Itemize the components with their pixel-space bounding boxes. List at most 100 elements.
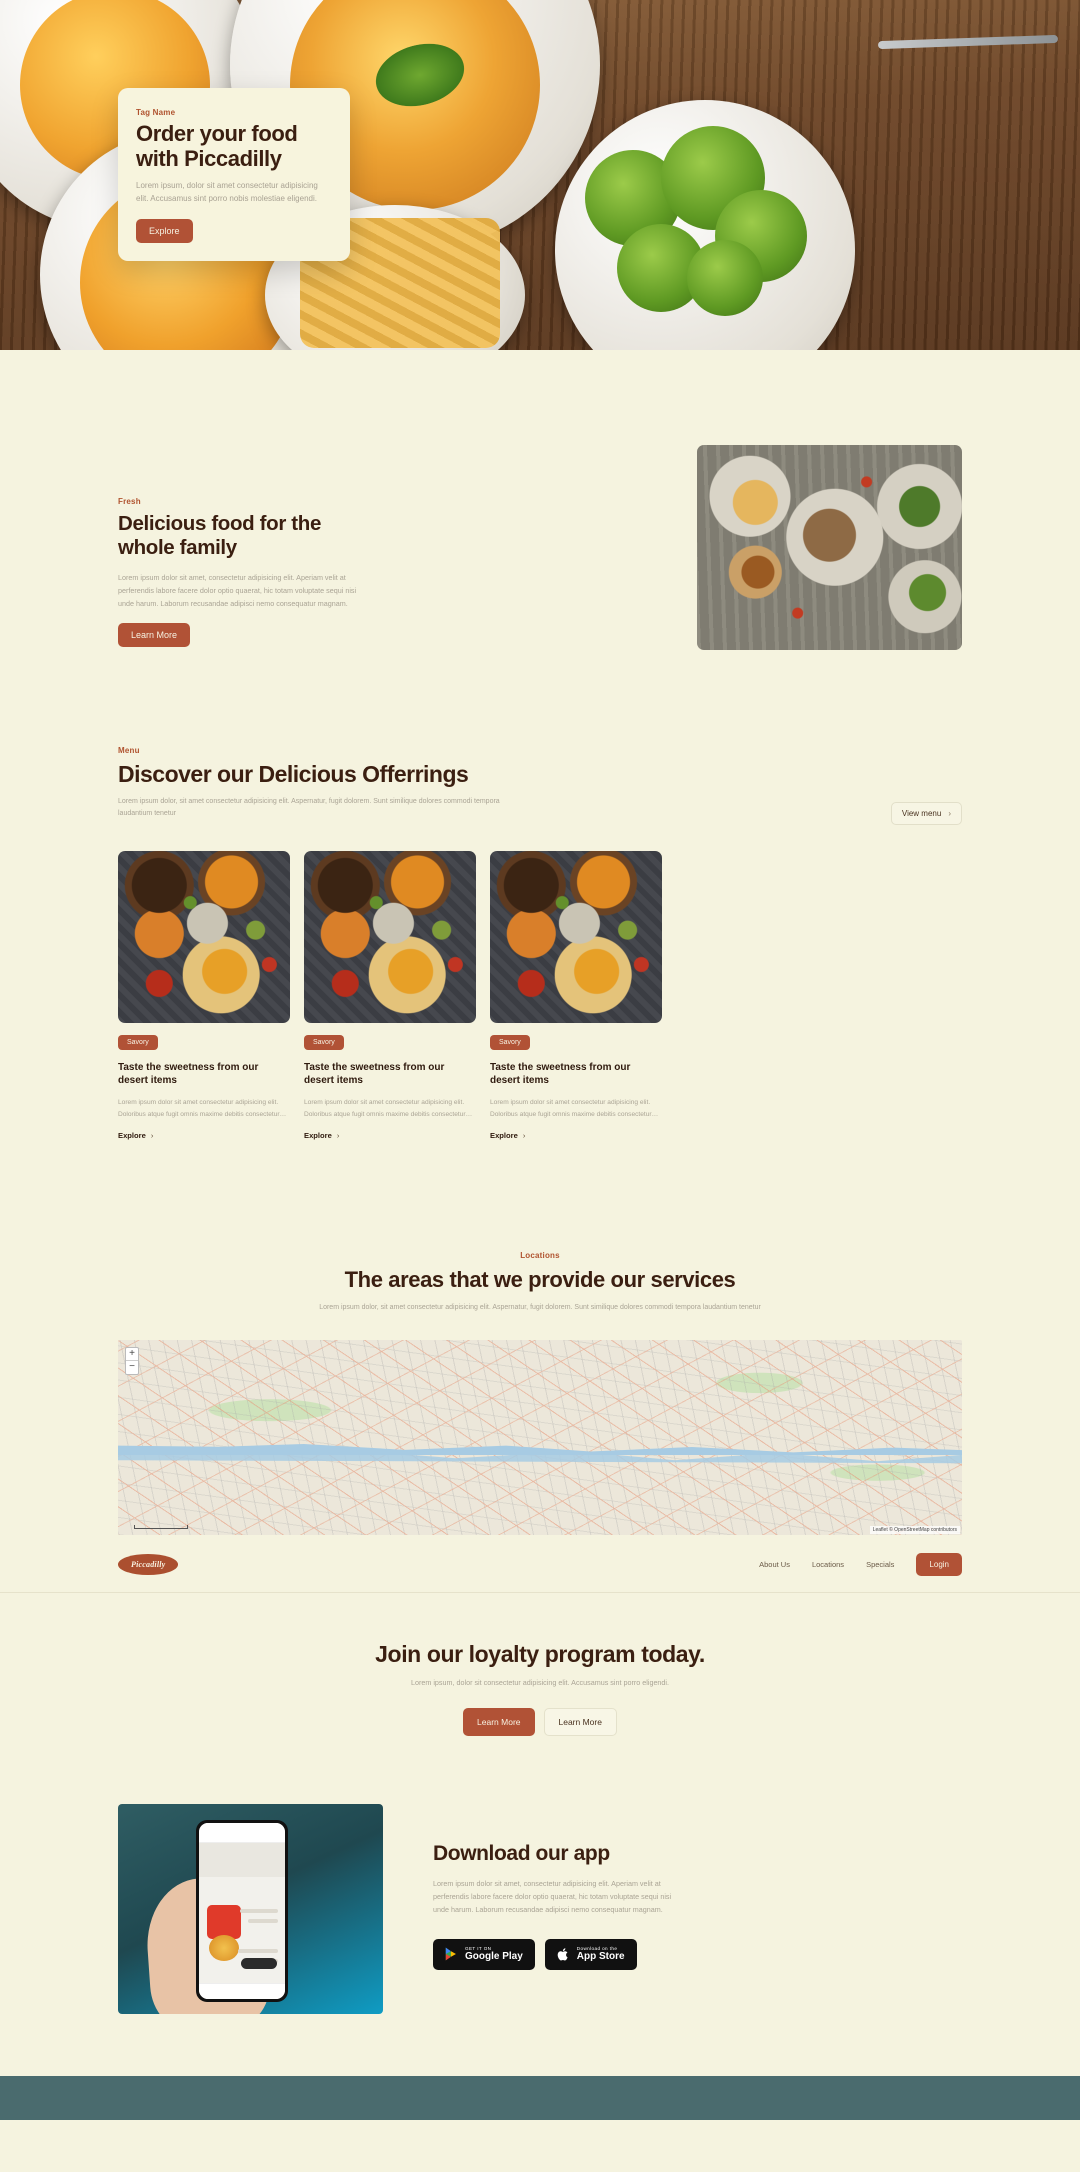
fresh-tag: Fresh: [118, 497, 141, 506]
menu-tag: Menu: [118, 746, 140, 755]
phone-device: [196, 1820, 288, 2003]
menu-subtitle: Lorem ipsum dolor, sit amet consectetur …: [118, 798, 500, 818]
phone-app-food-image: [209, 1935, 239, 1962]
menu-card-body: Lorem ipsum dolor sit amet consectetur a…: [118, 1099, 287, 1118]
chevron-right-icon: ›: [948, 808, 951, 818]
menu-card-badge: Savory: [304, 1034, 344, 1050]
google-play-icon: [445, 1947, 456, 1961]
phone-screen: [199, 1823, 285, 2000]
app-text-column: Download our app Lorem ipsum dolor sit a…: [433, 1842, 683, 1975]
view-menu-button[interactable]: View menu ›: [890, 801, 962, 825]
google-play-labels: GET IT ON Google Play: [465, 1946, 523, 1963]
chevron-right-icon: ›: [522, 1131, 526, 1141]
app-phone-image: [118, 1804, 383, 2015]
menu-card[interactable]: Savory Taste the sweetness from our dese…: [304, 850, 476, 1144]
phone-app-text-line: [238, 1949, 278, 1954]
hero-subtitle: Lorem ipsum, dolor sit amet consectetur …: [136, 180, 318, 203]
fresh-section: Fresh Delicious food for the whole famil…: [0, 350, 1080, 650]
menu-card[interactable]: Savory Taste the sweetness from our dese…: [490, 850, 662, 1144]
chevron-right-icon: ›: [336, 1131, 340, 1141]
google-play-button[interactable]: GET IT ON Google Play: [433, 1938, 535, 1970]
locations-section: Locations The areas that we provide our …: [0, 1143, 1080, 1536]
phone-app-button: [241, 1958, 277, 1970]
menu-card[interactable]: Savory Taste the sweetness from our dese…: [118, 850, 290, 1144]
view-menu-label: View menu: [901, 808, 942, 818]
locations-subtitle: Lorem ipsum dolor, sit amet consectetur …: [319, 1304, 761, 1312]
phone-app-text-line: [248, 1919, 278, 1924]
chevron-right-icon: ›: [150, 1131, 154, 1141]
menu-card-body: Lorem ipsum dolor sit amet consectetur a…: [304, 1099, 473, 1118]
explore-label: Explore: [118, 1131, 146, 1141]
apple-logo-icon: [557, 1947, 568, 1961]
phone-app-banner: [199, 1843, 285, 1878]
locations-title: The areas that we provide our services: [344, 1267, 736, 1293]
loyalty-primary-button[interactable]: Learn More: [463, 1708, 535, 1737]
learn-more-button[interactable]: Learn More: [118, 623, 191, 648]
menu-card-image: [490, 850, 662, 1023]
loyalty-subtitle: Lorem ipsum, dolor sit consectetur adipi…: [410, 1678, 670, 1688]
brand-logo[interactable]: Piccadilly: [118, 1554, 179, 1576]
menu-title: Discover our Delicious Offerrings: [118, 761, 469, 787]
loyalty-section: Join our loyalty program today. Lorem ip…: [0, 1593, 1080, 1737]
app-body: Lorem ipsum dolor sit amet, consectetur …: [433, 1879, 672, 1914]
menu-card-image: [304, 850, 476, 1023]
loyalty-button-row: Learn More Learn More: [118, 1708, 962, 1737]
phone-app-tabbar: [199, 1983, 285, 2000]
loyalty-title: Join our loyalty program today.: [375, 1641, 705, 1668]
hero-card: Tag Name Order your food with Piccadilly…: [118, 88, 350, 261]
hero-section: Tag Name Order your food with Piccadilly…: [0, 0, 1080, 350]
menu-card-list: Savory Taste the sweetness from our dese…: [118, 850, 962, 1144]
fresh-title: Delicious food for the whole family: [118, 512, 321, 559]
phone-app-tile: [207, 1905, 241, 1940]
map-widget[interactable]: + − Leaflet © OpenStreetMap contributors: [118, 1340, 962, 1536]
menu-section: Menu Discover our Delicious Offerrings L…: [0, 650, 1080, 1143]
nav-link-about-us[interactable]: About Us: [759, 1560, 790, 1569]
footer-bar: [0, 2076, 1080, 2121]
osm-attribution[interactable]: © OpenStreetMap contributors: [889, 1527, 957, 1533]
loyalty-secondary-button[interactable]: Learn More: [543, 1708, 617, 1737]
menu-card-image: [118, 850, 290, 1023]
nav-links: About Us Locations Specials Login: [759, 1553, 962, 1577]
login-button[interactable]: Login: [916, 1553, 962, 1577]
menu-card-title: Taste the sweetness from our desert item…: [304, 1061, 445, 1087]
menu-card-body: Lorem ipsum dolor sit amet consectetur a…: [490, 1099, 659, 1118]
app-store-button[interactable]: Download on the App Store: [544, 1938, 637, 1970]
nav-link-specials[interactable]: Specials: [866, 1560, 894, 1569]
app-title: Download our app: [433, 1842, 610, 1866]
store-badge-row: GET IT ON Google Play Download on the Ap…: [433, 1938, 683, 1970]
hero-title: Order your food with Piccadilly: [136, 121, 298, 171]
app-store-labels: Download on the App Store: [577, 1946, 625, 1963]
menu-card-explore-link[interactable]: Explore ›: [118, 1131, 153, 1140]
map-zoom-in-button[interactable]: +: [126, 1348, 138, 1362]
map-zoom-controls[interactable]: + −: [125, 1347, 139, 1376]
menu-card-badge: Savory: [490, 1034, 530, 1050]
nav-link-locations[interactable]: Locations: [812, 1560, 844, 1569]
hero-tag: Tag Name: [136, 108, 176, 117]
fresh-image: [697, 445, 962, 650]
leaflet-link[interactable]: Leaflet: [873, 1527, 888, 1533]
fresh-text-column: Fresh Delicious food for the whole famil…: [118, 445, 368, 648]
broccoli-decoration: [575, 120, 825, 335]
fresh-body: Lorem ipsum dolor sit amet, consectetur …: [118, 572, 357, 608]
map-attribution: Leaflet © OpenStreetMap contributors: [869, 1526, 960, 1535]
app-store-big-label: App Store: [576, 1951, 625, 1963]
map-roads-layer: [118, 1340, 962, 1536]
explore-label: Explore: [304, 1131, 332, 1141]
map-scale-bar: [134, 1525, 188, 1530]
google-play-big-label: Google Play: [465, 1951, 523, 1963]
menu-card-explore-link[interactable]: Explore ›: [490, 1131, 525, 1140]
menu-card-explore-link[interactable]: Explore ›: [304, 1131, 339, 1140]
explore-button[interactable]: Explore: [136, 218, 193, 243]
locations-tag: Locations: [520, 1251, 560, 1261]
landing-page: Tag Name Order your food with Piccadilly…: [0, 0, 1080, 2172]
explore-label: Explore: [490, 1131, 518, 1141]
menu-header: Menu Discover our Delicious Offerrings L…: [118, 746, 962, 825]
menu-card-title: Taste the sweetness from our desert item…: [118, 1061, 259, 1087]
navbar: Piccadilly About Us Locations Specials L…: [118, 1535, 962, 1592]
menu-card-title: Taste the sweetness from our desert item…: [490, 1061, 631, 1087]
map-zoom-out-button[interactable]: −: [126, 1361, 138, 1374]
menu-card-badge: Savory: [118, 1034, 158, 1050]
phone-app-header: [199, 1823, 285, 1844]
download-app-section: Download our app Lorem ipsum dolor sit a…: [0, 1736, 1080, 2015]
phone-app-text-line: [240, 1909, 278, 1914]
